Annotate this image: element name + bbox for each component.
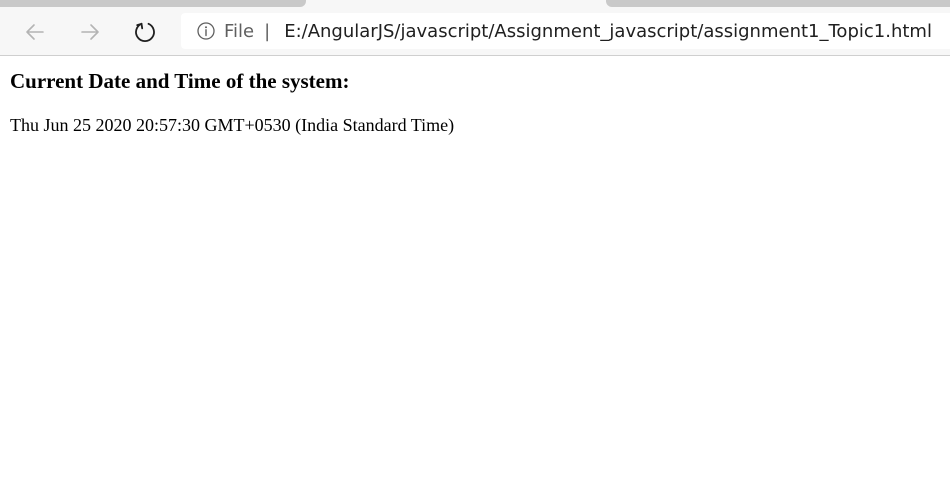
info-icon[interactable] <box>196 21 216 41</box>
refresh-icon <box>135 22 155 42</box>
tab-strip <box>0 0 950 8</box>
tab-inactive-right[interactable] <box>606 0 950 7</box>
refresh-button[interactable] <box>127 14 163 50</box>
address-separator: | <box>264 20 271 42</box>
address-scheme-label: File <box>224 20 255 42</box>
back-button[interactable] <box>17 14 53 50</box>
address-bar[interactable]: File | E:/AngularJS/javascript/Assignmen… <box>181 13 950 49</box>
tab-inactive-left[interactable] <box>0 0 306 7</box>
address-url[interactable]: E:/AngularJS/javascript/Assignment_javas… <box>284 21 932 42</box>
current-datetime-text: Thu Jun 25 2020 20:57:30 GMT+0530 (India… <box>10 115 455 135</box>
forward-button[interactable] <box>72 14 108 50</box>
arrow-right-icon <box>81 24 99 40</box>
browser-toolbar: File | E:/AngularJS/javascript/Assignmen… <box>0 0 950 56</box>
arrow-left-icon <box>26 24 44 40</box>
page-content: Current Date and Time of the system: Thu… <box>0 68 950 136</box>
page-heading: Current Date and Time of the system: <box>10 69 350 93</box>
